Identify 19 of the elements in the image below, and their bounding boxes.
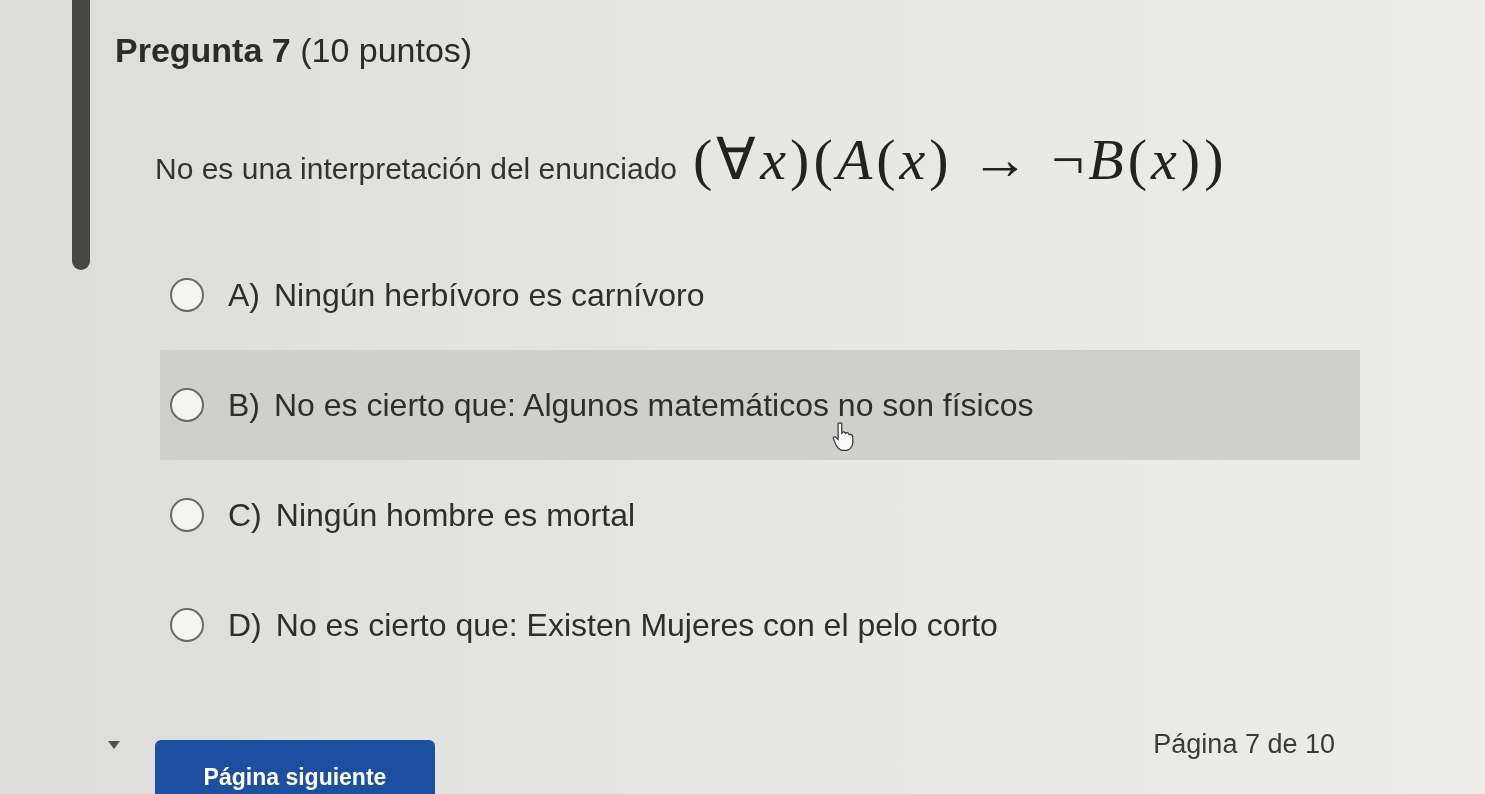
option-letter: B) bbox=[228, 386, 260, 425]
next-page-button[interactable]: Página siguiente bbox=[155, 740, 435, 794]
radio-button[interactable] bbox=[170, 388, 204, 422]
formula: (∀x)(A(x) → ¬B(x)) bbox=[693, 126, 1228, 194]
hand-cursor-icon bbox=[832, 422, 854, 452]
option-letter: D) bbox=[228, 606, 262, 645]
question-title: Pregunta 7 (10 puntos) bbox=[115, 30, 473, 70]
radio-button[interactable] bbox=[170, 498, 204, 532]
option-label[interactable]: Ningún herbívoro es carnívoro bbox=[274, 271, 705, 319]
option-letter: A) bbox=[228, 276, 260, 315]
radio-button[interactable] bbox=[170, 608, 204, 642]
caret-down-icon[interactable] bbox=[108, 741, 120, 749]
question-prompt: No es una interpretación del enunciado bbox=[155, 151, 678, 187]
option-letter: C) bbox=[228, 496, 262, 535]
option-label[interactable]: No es cierto que: Algunos matemáticos no son físicos bbox=[274, 381, 1034, 429]
radio-button[interactable] bbox=[170, 278, 204, 312]
page-indicator: Página 7 de 10 bbox=[1153, 728, 1335, 761]
option-label[interactable]: No es cierto que: Existen Mujeres con el pelo corto bbox=[275, 601, 998, 649]
option-label[interactable]: Ningún hombre es mortal bbox=[275, 491, 636, 539]
